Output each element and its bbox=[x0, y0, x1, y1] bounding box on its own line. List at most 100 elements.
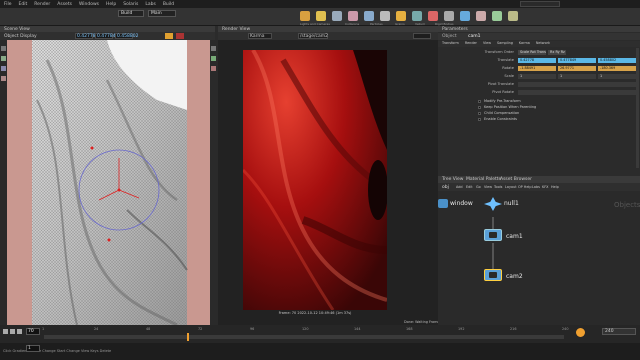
render-zoom-field[interactable] bbox=[413, 33, 431, 39]
child-compensation-checkbox[interactable] bbox=[478, 112, 481, 115]
tab-parameters[interactable]: Parameters bbox=[442, 27, 468, 32]
menu-file[interactable]: File bbox=[4, 2, 12, 7]
menu-solaris[interactable]: Solaris bbox=[123, 2, 138, 7]
playhead[interactable] bbox=[187, 333, 189, 341]
scale-tool-icon[interactable] bbox=[1, 76, 6, 81]
window-node-label: window bbox=[450, 200, 473, 207]
view-mode-label[interactable]: Object Display bbox=[4, 34, 37, 39]
menu-windows[interactable]: Windows bbox=[79, 2, 99, 7]
net-menu-labs[interactable]: Labs bbox=[532, 185, 540, 189]
subtab-render[interactable]: Render bbox=[465, 41, 477, 47]
enable-constraints-checkbox[interactable] bbox=[478, 118, 481, 121]
rotate-x-input[interactable]: -1.88491 bbox=[518, 66, 556, 71]
rotate-y-input[interactable]: 26.9771 bbox=[558, 66, 596, 71]
start-frame-field[interactable]: 1 bbox=[26, 345, 40, 352]
subtab-view[interactable]: View bbox=[483, 41, 491, 47]
null1-node-label: null1 bbox=[504, 200, 519, 207]
search-input[interactable] bbox=[520, 1, 560, 7]
pivot-rotate-input[interactable] bbox=[518, 90, 636, 95]
renderer-select[interactable]: Karma bbox=[248, 33, 272, 39]
timeline-tick-label: 168 bbox=[406, 327, 413, 331]
net-menu-view[interactable]: View bbox=[484, 185, 492, 189]
translate-x-field[interactable]: 0.42778 bbox=[75, 33, 96, 39]
gamepad-icon[interactable] bbox=[508, 11, 518, 21]
sunlight-icon[interactable] bbox=[396, 11, 406, 21]
menu-assets[interactable]: Assets bbox=[57, 2, 72, 7]
shelf-toolbar: Build Main Lights and Cameras Collisions… bbox=[0, 8, 640, 26]
keep-position-checkbox[interactable] bbox=[478, 106, 481, 109]
timeline-tick-label: 120 bbox=[302, 327, 309, 331]
light-icon[interactable] bbox=[300, 11, 310, 21]
network-path[interactable]: obj bbox=[442, 185, 449, 190]
stereo-icon[interactable] bbox=[476, 11, 486, 21]
current-frame-field[interactable]: 70 bbox=[26, 328, 40, 335]
end-frame-field[interactable]: 240 bbox=[602, 328, 636, 335]
scale-z-input[interactable]: 1 bbox=[598, 74, 636, 79]
cam2-node-label: cam2 bbox=[506, 273, 523, 280]
move-tool-icon[interactable] bbox=[1, 56, 6, 61]
tab-material-palette[interactable]: Material Palette bbox=[466, 177, 501, 182]
ghost-icon[interactable] bbox=[211, 56, 216, 61]
transform-order-select[interactable]: Scale Rot Trans bbox=[518, 50, 546, 55]
menu-render[interactable]: Render bbox=[34, 2, 50, 7]
rotate-z-input[interactable]: -180.369 bbox=[598, 66, 636, 71]
net-menu-layout[interactable]: Layout bbox=[505, 185, 517, 189]
skylight-icon[interactable] bbox=[412, 11, 422, 21]
subtab-transform[interactable]: Transform bbox=[442, 41, 459, 47]
desktop-select[interactable]: Build bbox=[118, 10, 144, 17]
scale-x-input[interactable]: 1 bbox=[518, 74, 556, 79]
menu-edit[interactable]: Edit bbox=[19, 2, 28, 7]
render-camera-select[interactable]: /stage/cam2 bbox=[298, 33, 328, 39]
display-options-icon[interactable] bbox=[211, 46, 216, 51]
net-menu-edit[interactable]: Edit bbox=[466, 185, 473, 189]
modify-pretransform-checkbox[interactable] bbox=[478, 100, 481, 103]
auto-key-icon[interactable] bbox=[576, 328, 585, 337]
envlight-icon[interactable] bbox=[380, 11, 390, 21]
select-tool-icon[interactable] bbox=[1, 46, 6, 51]
tab-tree-view[interactable]: Tree View bbox=[442, 177, 464, 182]
take-select[interactable]: Main bbox=[148, 10, 176, 17]
timeline-scrubber[interactable] bbox=[44, 333, 564, 341]
menu-build[interactable]: Build bbox=[163, 2, 174, 7]
portal-icon[interactable] bbox=[444, 11, 454, 21]
play-back-icon[interactable] bbox=[3, 329, 8, 334]
scene-viewport[interactable] bbox=[7, 40, 210, 325]
net-menu-ophelp[interactable]: OP Help bbox=[518, 185, 532, 189]
geolight-icon[interactable] bbox=[348, 11, 358, 21]
net-menu-add[interactable]: Add bbox=[456, 185, 463, 189]
arealight-icon[interactable] bbox=[332, 11, 342, 21]
snap-icon[interactable] bbox=[165, 33, 173, 39]
net-menu-help[interactable]: Help bbox=[551, 185, 559, 189]
switcher-icon[interactable] bbox=[492, 11, 502, 21]
translate-y-field[interactable]: 0.477849 bbox=[95, 33, 118, 39]
net-menu-tools[interactable]: Tools bbox=[494, 185, 502, 189]
network-editor[interactable]: Objects window null1 cam1 cam2 bbox=[438, 191, 640, 325]
stop-icon[interactable] bbox=[10, 329, 15, 334]
net-menu-go[interactable]: Go bbox=[476, 185, 481, 189]
camera-icon[interactable] bbox=[364, 11, 374, 21]
window-node[interactable] bbox=[438, 199, 448, 208]
menu-labs[interactable]: Labs bbox=[145, 2, 155, 7]
scale-y-input[interactable]: 1 bbox=[558, 74, 596, 79]
net-menu-kfx[interactable]: KFX bbox=[542, 185, 549, 189]
subtab-network[interactable]: Network bbox=[536, 41, 550, 47]
rotate-tool-icon[interactable] bbox=[1, 66, 6, 71]
play-icon[interactable] bbox=[17, 329, 22, 334]
wireframe-icon[interactable] bbox=[211, 66, 216, 71]
vrcam-icon[interactable] bbox=[460, 11, 470, 21]
translate-z-input[interactable]: 0.458802 bbox=[598, 58, 636, 63]
spotlight-icon[interactable] bbox=[316, 11, 326, 21]
param-scrollbar[interactable] bbox=[636, 48, 639, 168]
menu-help[interactable]: Help bbox=[106, 2, 116, 7]
indirect-icon[interactable] bbox=[428, 11, 438, 21]
tab-asset-browser[interactable]: Asset Browser bbox=[500, 177, 532, 182]
node-name-field[interactable]: cam1 bbox=[468, 34, 480, 39]
pivot-translate-input[interactable] bbox=[518, 82, 636, 87]
subtab-sampling[interactable]: Sampling bbox=[497, 41, 513, 47]
subtab-karma[interactable]: Karma bbox=[519, 41, 530, 47]
rotate-order-select[interactable]: Rx Ry Rz bbox=[548, 50, 566, 55]
display-icon[interactable] bbox=[176, 33, 184, 39]
translate-z-field[interactable]: 0.458802 bbox=[115, 33, 138, 39]
translate-x-input[interactable]: 0.42778 bbox=[518, 58, 556, 63]
translate-y-input[interactable]: 0.477849 bbox=[558, 58, 596, 63]
